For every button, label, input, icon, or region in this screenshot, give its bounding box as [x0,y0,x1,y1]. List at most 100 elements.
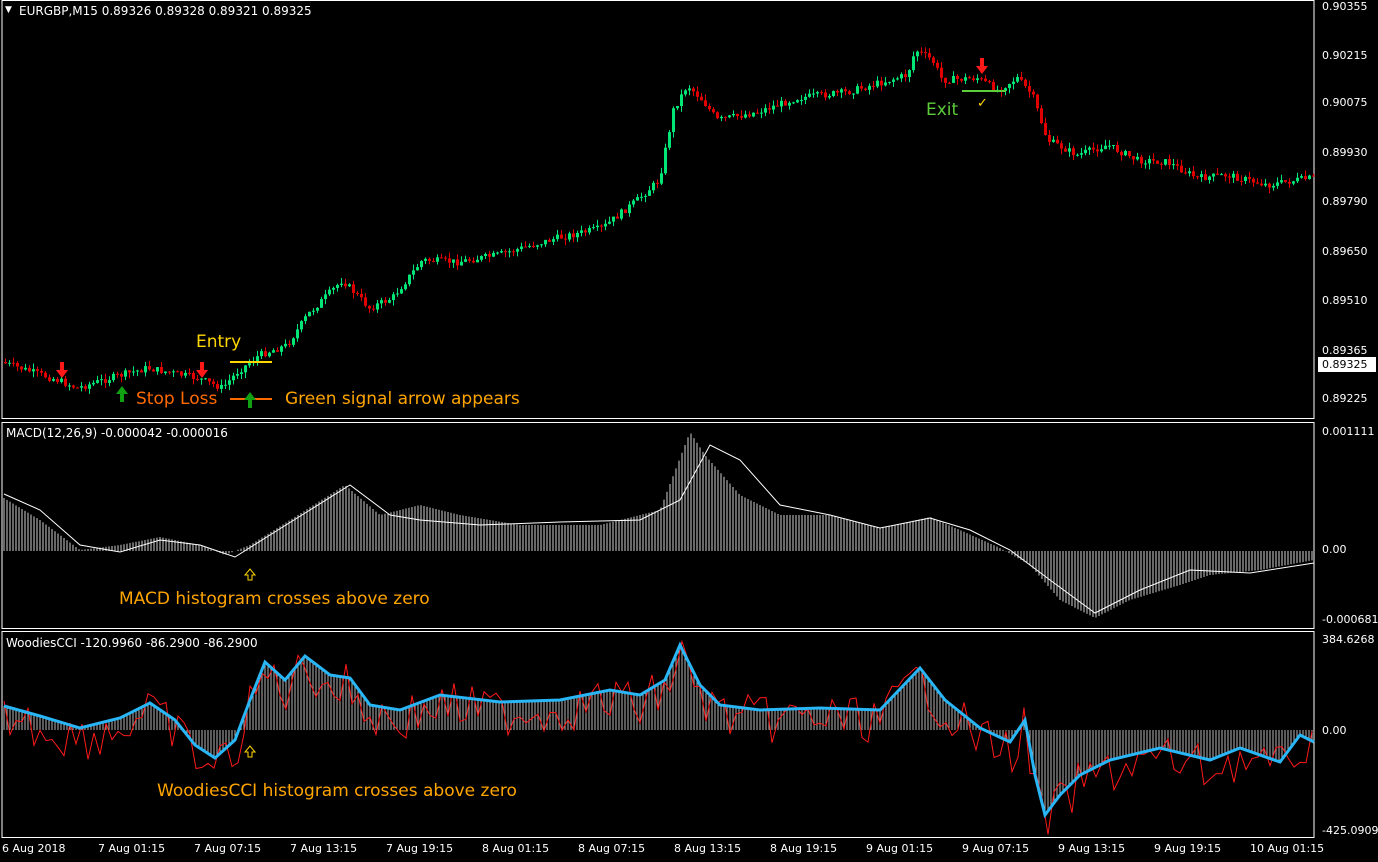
sell-arrow-icon [56,362,68,378]
candle-body [620,209,623,219]
candle-body [356,292,359,294]
candle-body [1108,145,1111,147]
candle-body [1200,174,1203,178]
candle-body [788,102,791,106]
candle-body [844,89,847,92]
candle-body [120,374,123,377]
candle-body [712,109,715,113]
candle-body [1192,171,1195,177]
candle-body [1212,173,1215,177]
candle-body [1072,148,1075,156]
time-label: 9 Aug 19:15 [1154,842,1222,855]
candle-body [664,147,667,174]
candle-body [988,81,991,83]
candle-body [728,115,731,118]
candle-body [604,223,607,227]
candle-body [372,308,375,310]
candle-body [56,379,59,382]
candle-body [592,227,595,229]
time-label: 9 Aug 01:15 [866,842,934,855]
candle-body [504,251,507,253]
candle-body [832,91,835,97]
candle-body [276,350,279,352]
candle-body [1244,177,1247,181]
candle-body [952,75,955,83]
candle-body [684,90,687,95]
candle-body [420,261,423,268]
candle-body [692,88,695,92]
candle-body [588,228,591,233]
stop-loss-label: Stop Loss [136,389,218,409]
candle-body [116,373,119,375]
candle-body [164,371,167,374]
time-label: 7 Aug 19:15 [386,842,454,855]
candle-body [1084,149,1087,154]
time-label: 9 Aug 07:15 [962,842,1030,855]
candle-body [932,57,935,63]
candle-body [1080,153,1083,155]
candle-body [168,371,171,373]
candle-body [1052,139,1055,142]
price-level: 0.89650 [1322,245,1368,258]
candle-body [1104,145,1107,150]
main-header: EURGBP,M15 0.89326 0.89328 0.89321 0.893… [19,4,312,18]
candle-body [1164,159,1167,165]
candle-body [1020,76,1023,80]
candle-body [544,239,547,245]
candle-body [328,289,331,295]
candle-body [204,378,207,380]
up-outline-arrow-icon [243,568,257,581]
time-label: 8 Aug 07:15 [578,842,646,855]
candle-body [1284,180,1287,182]
candle-body [84,386,87,389]
candle-body [1048,135,1051,142]
candle-body [224,384,227,386]
candle-body [916,51,919,57]
candle-body [936,62,939,68]
candle-body [4,362,7,364]
candle-body [396,293,399,295]
candle-body [1264,183,1267,186]
candle-body [704,100,707,107]
candle-body [68,385,71,387]
candle-body [348,284,351,287]
sell-arrow-icon [976,58,988,74]
candle-body [1312,175,1315,177]
candle-body [12,362,15,364]
candle-body [456,259,459,266]
candle-body [532,245,535,247]
candle-body [960,78,963,81]
candle-body [804,96,807,100]
time-label: 8 Aug 01:15 [482,842,550,855]
macd-level: -0.000681 [1322,613,1378,626]
main-pane[interactable] [1,0,1315,419]
candle-body [624,209,627,214]
time-label: 7 Aug 13:15 [290,842,358,855]
candle-body [1288,181,1291,184]
cci-header: WoodiesCCI -120.9960 -86.2900 -86.2900 [6,636,258,650]
cci-level: 0.00 [1322,724,1347,737]
candle-body [872,85,875,87]
candle-body [1308,175,1311,180]
candle-body [248,363,251,366]
candle-body [1188,171,1191,174]
candle-body [1272,185,1275,188]
candle-body [1028,86,1031,92]
price-level: 0.89510 [1322,294,1368,307]
candle-body [432,260,435,262]
candle-body [864,88,867,90]
candle-body [268,352,271,357]
candle-body [572,233,575,238]
candle-body [196,378,199,380]
candle-body [1024,79,1027,87]
candle-body [108,380,111,383]
candle-body [824,92,827,98]
candle-body [240,372,243,375]
candle-body [820,92,823,94]
candle-body [404,284,407,290]
candle-body [1040,108,1043,124]
candle-body [344,283,347,287]
candle-body [536,245,539,247]
candle-body [480,256,483,260]
symbol-dropdown-icon[interactable]: ▼ [5,5,12,15]
